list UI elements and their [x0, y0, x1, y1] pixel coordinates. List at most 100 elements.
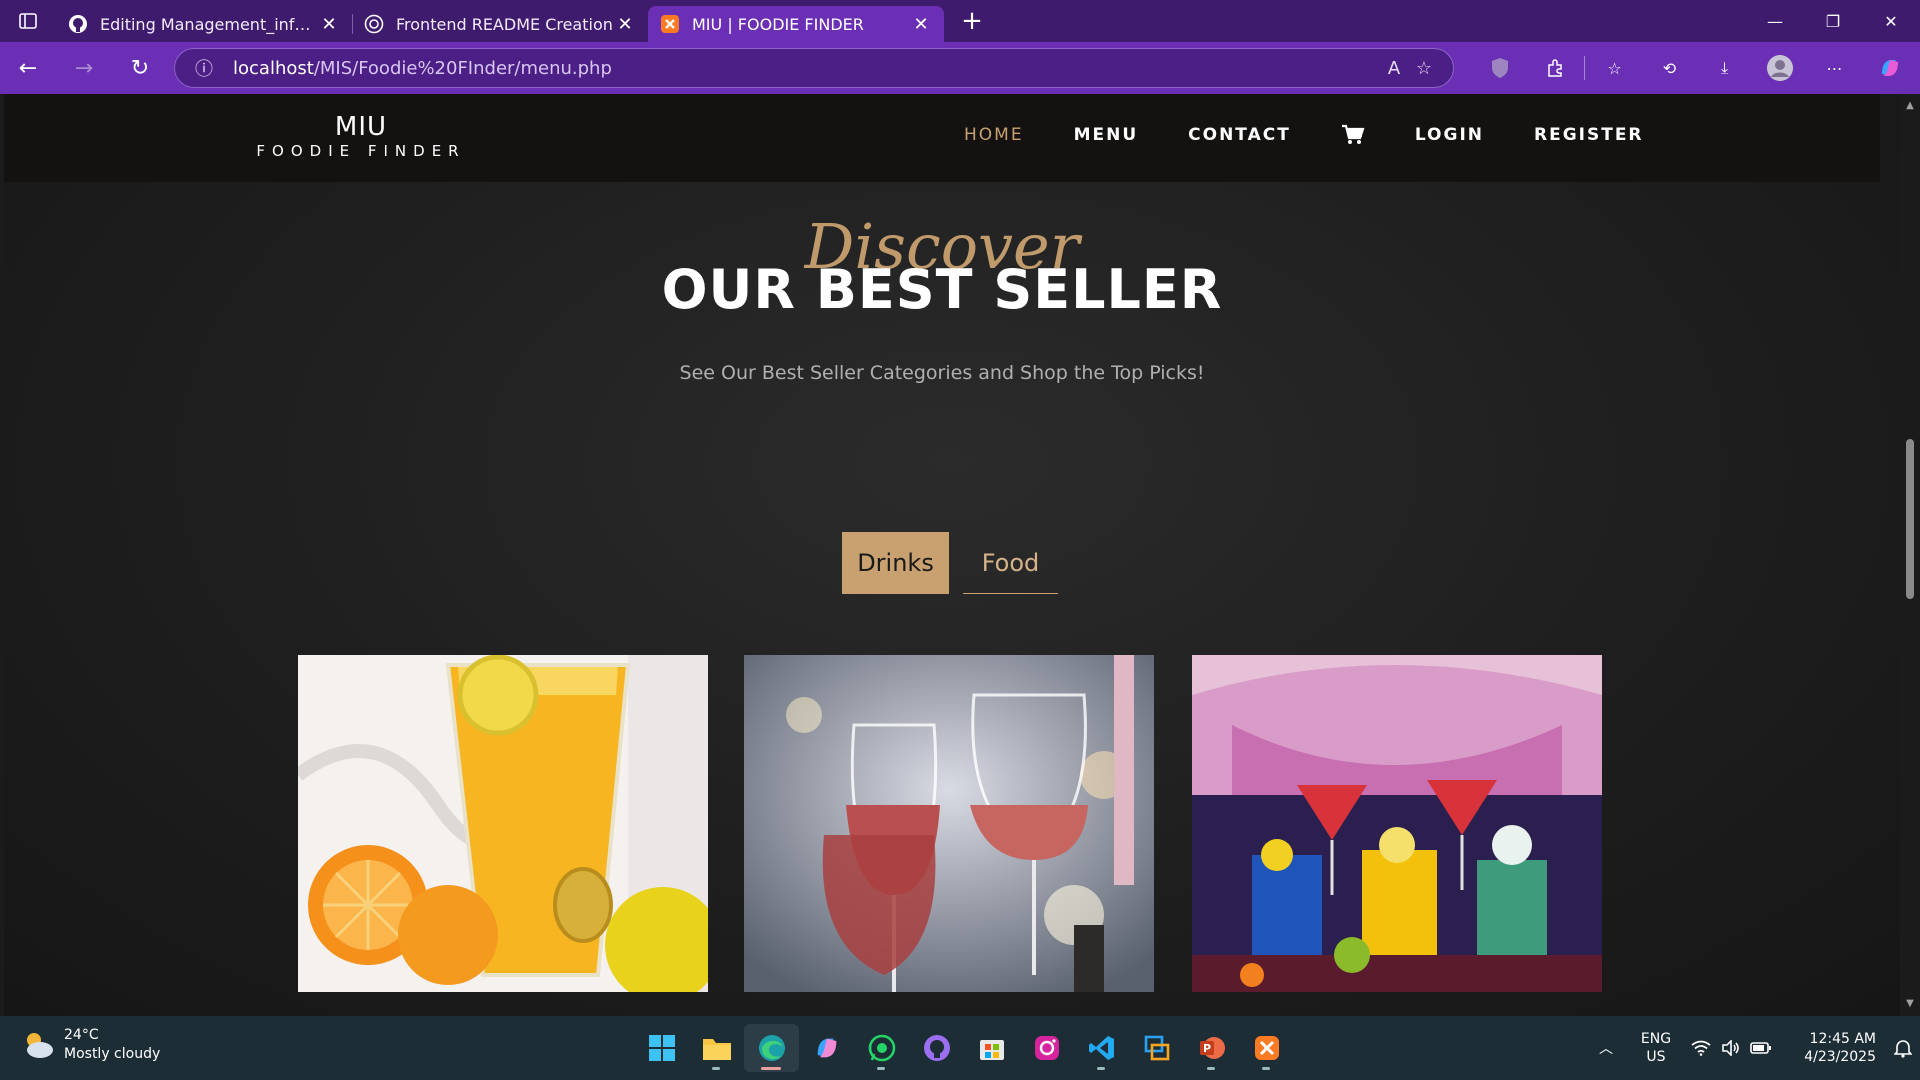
site-info-icon[interactable]: ⓘ: [189, 53, 219, 83]
xampp-taskbar-icon[interactable]: [1239, 1024, 1294, 1072]
running-indicator: [1262, 1067, 1270, 1070]
minimize-icon[interactable]: —: [1746, 0, 1804, 42]
windows-taskbar: 24°C Mostly cloudy P ︿ ENG US 12:45 AM 4…: [0, 1016, 1920, 1080]
rose-wine-glasses-image: [744, 655, 1154, 992]
filter-drinks-button[interactable]: Drinks: [842, 532, 949, 594]
scroll-down-icon[interactable]: ▼: [1904, 998, 1916, 1010]
tab-chatgpt[interactable]: Frontend README Creation ✕: [352, 6, 648, 42]
page-viewport: MIU FOODIE FINDER HOME MENU CONTACT LOGI…: [4, 94, 1900, 1016]
close-icon[interactable]: ✕: [910, 13, 932, 35]
scrollbar-thumb[interactable]: [1906, 439, 1914, 599]
category-filters: Drinks Food: [842, 532, 1058, 594]
edge-browser-icon[interactable]: [744, 1024, 799, 1072]
tab-title: Frontend README Creation: [396, 14, 613, 34]
powerpoint-icon[interactable]: P: [1184, 1024, 1239, 1072]
nav-login[interactable]: LOGIN: [1415, 125, 1484, 145]
tab-foodie-finder[interactable]: MIU | FOODIE FINDER ✕: [648, 6, 944, 42]
battery-icon[interactable]: [1746, 1041, 1776, 1055]
tab-github[interactable]: Editing Management_information ✕: [56, 6, 352, 42]
language-region: US: [1646, 1049, 1666, 1065]
window-controls: — ❐ ✕: [1746, 0, 1920, 42]
github-icon: [68, 14, 88, 34]
cloudy-weather-icon: [27, 1033, 53, 1058]
filter-food-button[interactable]: Food: [963, 532, 1058, 594]
nav-home[interactable]: HOME: [964, 125, 1024, 145]
refresh-icon[interactable]: ↻: [112, 42, 168, 94]
nav-menu[interactable]: MENU: [1074, 125, 1139, 145]
weather-condition: Mostly cloudy: [64, 1046, 161, 1062]
site-logo[interactable]: MIU FOODIE FINDER: [256, 112, 466, 160]
read-aloud-icon[interactable]: A: [1379, 53, 1409, 83]
toolbar-icons: ☆ ⟲ ⤓ ⋯: [1472, 42, 1917, 94]
clock-time: 12:45 AM: [1809, 1031, 1876, 1047]
more-menu-icon[interactable]: ⋯: [1807, 42, 1862, 94]
clock-date: 4/23/2025: [1804, 1049, 1876, 1065]
system-clock[interactable]: 12:45 AM 4/23/2025: [1776, 1030, 1876, 1066]
product-card[interactable]: [1192, 655, 1602, 992]
system-tray: ︿ ENG US 12:45 AM 4/23/2025: [1586, 1016, 1920, 1080]
orange-juice-image: [298, 655, 708, 992]
address-bar[interactable]: ⓘ localhost/MIS/Foodie%20FInder/menu.php…: [174, 48, 1454, 88]
running-indicator: [1097, 1067, 1105, 1070]
back-icon[interactable]: ←: [0, 42, 56, 94]
scroll-up-icon[interactable]: ▲: [1904, 100, 1916, 112]
browser-tab-bar: Editing Management_information ✕ Fronten…: [0, 0, 1920, 42]
site-header: MIU FOODIE FINDER HOME MENU CONTACT LOGI…: [4, 94, 1880, 182]
microsoft-store-icon[interactable]: [964, 1024, 1019, 1072]
language-indicator[interactable]: ENG US: [1626, 1030, 1686, 1066]
browser-toolbar: ← → ↻ ⓘ localhost/MIS/Foodie%20FInder/me…: [0, 42, 1920, 94]
vscode-icon[interactable]: [1074, 1024, 1129, 1072]
product-card[interactable]: [744, 655, 1154, 992]
nav-contact[interactable]: CONTACT: [1188, 125, 1291, 145]
restore-icon[interactable]: ❐: [1804, 0, 1862, 42]
notification-bell-icon[interactable]: [1886, 1038, 1920, 1058]
downloads-icon[interactable]: ⤓: [1697, 42, 1752, 94]
taskbar-apps: P: [634, 1024, 1294, 1072]
favorites-icon[interactable]: ☆: [1587, 42, 1642, 94]
running-indicator: [712, 1067, 720, 1070]
tab-title: MIU | FOODIE FINDER: [692, 14, 864, 34]
running-indicator: [1207, 1067, 1215, 1070]
chatgpt-icon: [364, 14, 384, 34]
product-card[interactable]: [298, 655, 708, 992]
close-icon[interactable]: ✕: [614, 13, 636, 35]
new-tab-button[interactable]: +: [952, 3, 992, 39]
volume-icon[interactable]: [1716, 1040, 1746, 1056]
xampp-icon: [660, 14, 680, 34]
page-scrollbar[interactable]: ▲ ▼: [1900, 94, 1920, 1016]
weather-temperature: 24°C: [64, 1027, 99, 1043]
weather-widget[interactable]: 24°C Mostly cloudy: [22, 1026, 160, 1064]
url-path: /MIS/Foodie%20FInder/menu.php: [313, 57, 612, 79]
forward-icon[interactable]: →: [56, 42, 112, 94]
github-desktop-icon[interactable]: [909, 1024, 964, 1072]
instagram-icon[interactable]: [1019, 1024, 1074, 1072]
wifi-icon[interactable]: [1686, 1040, 1716, 1056]
chevron-up-icon[interactable]: ︿: [1586, 1038, 1626, 1058]
colorful-cocktails-image: [1192, 655, 1602, 992]
main-nav: HOME MENU CONTACT LOGIN REGISTER: [964, 124, 1694, 146]
url-text[interactable]: localhost/MIS/Foodie%20FInder/menu.php: [233, 58, 1379, 79]
whatsapp-icon[interactable]: [854, 1024, 909, 1072]
extensions-icon[interactable]: [1527, 42, 1582, 94]
close-window-icon[interactable]: ✕: [1862, 0, 1920, 42]
ublock-extension-icon[interactable]: [1472, 42, 1527, 94]
language-code: ENG: [1640, 1031, 1672, 1047]
favorite-star-icon[interactable]: ☆: [1409, 53, 1439, 83]
nav-register[interactable]: REGISTER: [1534, 125, 1644, 145]
url-host: localhost: [233, 57, 314, 79]
tab-actions-icon[interactable]: [0, 0, 56, 42]
close-icon[interactable]: ✕: [318, 13, 340, 35]
file-explorer-icon[interactable]: [689, 1024, 744, 1072]
cart-icon[interactable]: [1341, 124, 1365, 146]
copilot-icon[interactable]: [1862, 42, 1917, 94]
svg-text:P: P: [1203, 1042, 1211, 1055]
running-indicator: [877, 1067, 885, 1070]
profile-avatar-icon[interactable]: [1752, 42, 1807, 94]
running-indicator: [761, 1067, 781, 1070]
section-subtitle: See Our Best Seller Categories and Shop …: [679, 362, 1205, 384]
section-title: OUR BEST SELLER: [661, 258, 1223, 321]
remote-desktop-icon[interactable]: [1129, 1024, 1184, 1072]
history-icon[interactable]: ⟲: [1642, 42, 1697, 94]
copilot-taskbar-icon[interactable]: [799, 1024, 854, 1072]
windows-start-icon[interactable]: [634, 1024, 689, 1072]
